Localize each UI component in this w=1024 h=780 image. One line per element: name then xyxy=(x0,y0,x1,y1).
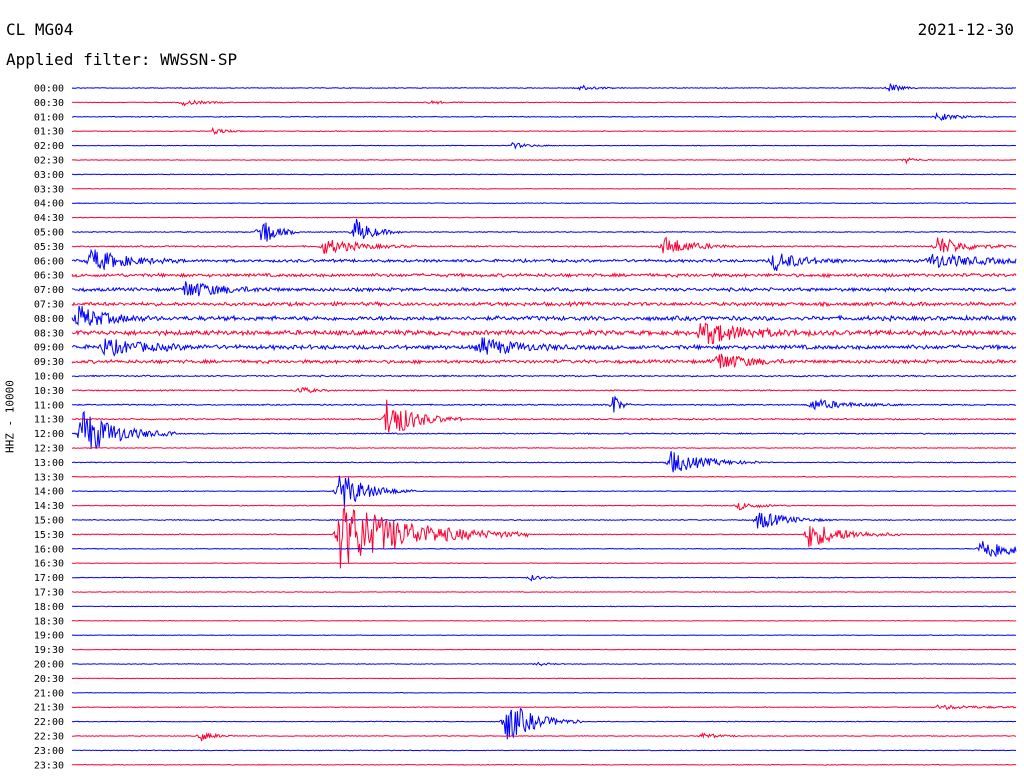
trace-line xyxy=(71,374,1017,378)
row-label: 00:00 xyxy=(34,84,64,95)
row-label: 20:00 xyxy=(34,660,64,671)
row-label: 01:30 xyxy=(34,127,64,138)
trace-line xyxy=(71,447,1017,450)
row-label: 19:30 xyxy=(34,645,64,656)
row-label: 05:30 xyxy=(34,242,64,253)
row-label: 09:30 xyxy=(34,357,64,368)
trace-line xyxy=(71,82,1017,92)
helicorder-plot: 00:00 00:30 01:00 01:30 02:00 02:30 03:00 03:30… xyxy=(34,82,1017,772)
row-label: 06:00 xyxy=(34,256,64,267)
row-label: 13:30 xyxy=(34,472,64,483)
row-label: 17:00 xyxy=(34,573,64,584)
row-labels: 00:00 00:30 01:00 01:30 02:00 02:30 03:00 03:30… xyxy=(34,84,64,772)
trace-line xyxy=(71,574,1017,582)
trace-line xyxy=(71,591,1017,593)
trace-line xyxy=(71,704,1017,710)
row-label: 06:30 xyxy=(34,271,64,282)
trace-line xyxy=(71,512,1017,529)
trace-line xyxy=(71,173,1017,176)
row-label: 16:30 xyxy=(34,559,64,570)
row-label: 11:30 xyxy=(34,415,64,426)
row-label: 17:30 xyxy=(34,588,64,599)
traces xyxy=(71,82,1017,766)
row-label: 07:30 xyxy=(34,300,64,311)
trace-line xyxy=(71,541,1017,558)
trace-line xyxy=(71,300,1017,308)
trace-line xyxy=(71,691,1017,694)
trace-line xyxy=(71,157,1017,165)
trace-line xyxy=(71,187,1017,190)
trace-line xyxy=(71,353,1017,369)
row-label: 00:30 xyxy=(34,98,64,109)
trace-line xyxy=(72,661,1016,667)
trace-line xyxy=(71,386,1017,394)
row-label: 13:00 xyxy=(34,458,64,469)
trace-line xyxy=(71,305,1017,327)
trace-line xyxy=(71,634,1016,637)
row-label: 12:30 xyxy=(34,444,64,455)
row-label: 14:30 xyxy=(34,501,64,512)
row-label: 04:30 xyxy=(34,213,64,224)
trace-line xyxy=(71,677,1017,680)
row-label: 08:30 xyxy=(34,328,64,339)
trace-line xyxy=(71,763,1017,766)
row-label: 15:00 xyxy=(34,516,64,527)
trace-line xyxy=(71,619,1017,622)
row-label: 23:30 xyxy=(34,760,64,771)
trace-line xyxy=(71,503,1017,511)
trace-line xyxy=(71,271,1017,279)
trace-line xyxy=(71,337,1017,357)
trace-line xyxy=(71,216,1016,219)
row-label: 18:00 xyxy=(34,602,64,613)
trace-line xyxy=(71,99,1016,107)
trace-line xyxy=(71,111,1017,121)
row-label: 15:30 xyxy=(34,530,64,541)
row-label: 16:00 xyxy=(34,544,64,555)
row-label: 14:00 xyxy=(34,487,64,498)
row-label: 04:00 xyxy=(34,199,64,210)
trace-line xyxy=(72,281,1017,297)
row-label: 02:00 xyxy=(34,141,64,152)
trace-line xyxy=(71,126,1017,136)
row-label: 21:00 xyxy=(34,688,64,699)
trace-line xyxy=(71,562,1017,565)
row-label: 09:00 xyxy=(34,343,64,354)
trace-line xyxy=(71,141,1016,150)
row-label: 11:00 xyxy=(34,400,64,411)
row-label: 23:00 xyxy=(34,746,64,757)
row-label: 05:00 xyxy=(34,228,64,239)
trace-line xyxy=(72,648,1017,651)
trace-line xyxy=(71,202,1017,205)
row-label: 07:00 xyxy=(34,285,64,296)
row-label: 01:00 xyxy=(34,112,64,123)
trace-line xyxy=(71,707,1017,740)
row-label: 10:30 xyxy=(34,386,64,397)
trace-line xyxy=(71,506,1017,569)
row-label: 10:00 xyxy=(34,372,64,383)
row-label: 02:30 xyxy=(34,156,64,167)
row-label: 19:00 xyxy=(34,631,64,642)
trace-line xyxy=(71,322,1017,345)
row-label: 21:30 xyxy=(34,703,64,714)
row-label: 20:30 xyxy=(34,674,64,685)
trace-line xyxy=(72,749,1017,752)
trace-line xyxy=(71,732,1017,742)
trace-line xyxy=(71,248,1017,272)
row-label: 12:00 xyxy=(34,429,64,440)
trace-line xyxy=(72,218,1017,242)
trace-line xyxy=(71,396,1016,413)
trace-line xyxy=(72,605,1017,608)
row-label: 08:00 xyxy=(34,314,64,325)
row-label: 18:30 xyxy=(34,616,64,627)
row-label: 03:00 xyxy=(34,170,64,181)
trace-line xyxy=(71,475,1017,478)
trace-line xyxy=(71,410,1017,450)
trace-line xyxy=(71,475,1017,508)
row-label: 03:30 xyxy=(34,184,64,195)
row-label: 22:00 xyxy=(34,717,64,728)
row-label: 22:30 xyxy=(34,732,64,743)
trace-line xyxy=(72,236,1017,254)
trace-line xyxy=(71,450,1017,473)
